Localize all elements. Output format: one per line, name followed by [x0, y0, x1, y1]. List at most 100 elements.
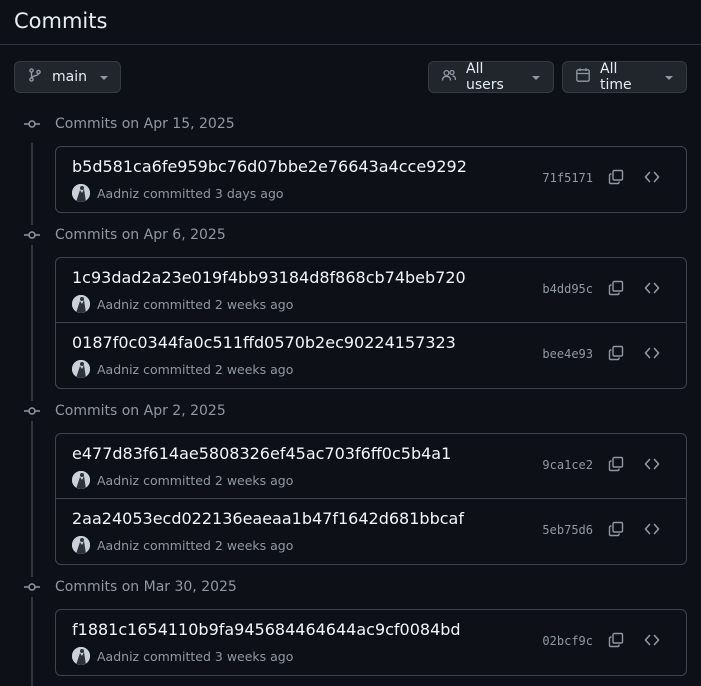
commit-author[interactable]: Aadniz	[97, 649, 139, 664]
commit-row: 2aa24053ecd022136eaeaa1b47f1642d681bbcaf…	[56, 499, 686, 564]
copy-sha-button[interactable]	[604, 278, 628, 302]
commit-sha-link[interactable]: 71f5171	[542, 171, 593, 185]
code-icon	[644, 521, 660, 541]
commit-time: 3 days ago	[214, 185, 284, 201]
page-title: Commits	[14, 9, 108, 33]
commit-message-link[interactable]: e477d83f614ae5808326ef45ac703f6ff0c5b4a1	[72, 444, 451, 463]
avatar[interactable]	[72, 647, 90, 665]
commit-action: committed	[143, 361, 211, 377]
commit-group-title: Commits on Apr 15, 2025	[55, 116, 235, 132]
commit-group-title: Commits on Mar 30, 2025	[55, 579, 237, 595]
commit-group-header: Commits on Mar 30, 2025	[22, 577, 237, 597]
commit-time: 2 weeks ago	[214, 296, 294, 312]
time-filter-label: All time	[600, 61, 632, 93]
code-icon	[644, 280, 660, 300]
commit-group-header: Commits on Apr 2, 2025	[22, 401, 226, 421]
commit-message-link[interactable]: f1881c1654110b9fa945684464644ac9cf0084bd	[72, 620, 461, 639]
commit-meta: Aadniz committed 2 weeks ago	[72, 471, 293, 489]
commit-time: 2 weeks ago	[214, 537, 294, 553]
commit-message-link[interactable]: 1c93dad2a23e019f4bb93184d8f868cb74beb720	[72, 268, 466, 287]
browse-files-button[interactable]	[640, 519, 664, 543]
commit-group-header: Commits on Apr 15, 2025	[22, 114, 235, 134]
copy-sha-button[interactable]	[604, 519, 628, 543]
time-filter-button[interactable]: All time	[562, 61, 687, 93]
copy-icon	[608, 169, 624, 189]
commit-time: 2 weeks ago	[214, 472, 294, 488]
code-icon	[644, 456, 660, 476]
copy-sha-button[interactable]	[604, 630, 628, 654]
commit-author[interactable]: Aadniz	[97, 362, 139, 377]
users-filter-button[interactable]: All users	[428, 61, 554, 93]
git-commit-icon	[22, 225, 42, 245]
code-icon	[644, 632, 660, 652]
commit-group-title: Commits on Apr 6, 2025	[55, 227, 226, 243]
branch-select-button[interactable]: main	[14, 61, 121, 93]
code-icon	[644, 345, 660, 365]
commit-time: 3 weeks ago	[214, 648, 294, 664]
commit-sha-link[interactable]: 02bcf9c	[542, 634, 593, 648]
toolbar: main All users All time	[14, 61, 687, 93]
copy-icon	[608, 456, 624, 476]
avatar[interactable]	[72, 295, 90, 313]
commit-row: 0187f0c0344fa0c511ffd0570b2ec90224157323…	[56, 323, 686, 388]
code-icon	[644, 169, 660, 189]
page-header: Commits	[0, 0, 701, 45]
commit-row: f1881c1654110b9fa945684464644ac9cf0084bd…	[56, 610, 686, 675]
commit-meta: Aadniz committed 2 weeks ago	[72, 295, 293, 313]
commit-action: committed	[143, 472, 211, 488]
commit-sha-link[interactable]: b4dd95c	[542, 282, 593, 296]
commit-sha-link[interactable]: 9ca1ce2	[542, 458, 593, 472]
commit-author[interactable]: Aadniz	[97, 538, 139, 553]
git-commit-icon	[22, 401, 42, 421]
browse-files-button[interactable]	[640, 343, 664, 367]
commit-author[interactable]: Aadniz	[97, 473, 139, 488]
git-branch-icon	[27, 67, 43, 87]
commit-author[interactable]: Aadniz	[97, 297, 139, 312]
people-icon	[441, 67, 457, 87]
commit-sha-link[interactable]: bee4e93	[542, 347, 593, 361]
avatar[interactable]	[72, 536, 90, 554]
git-commit-icon	[22, 577, 42, 597]
commit-row: b5d581ca6fe959bc76d07bbe2e76643a4cce9292…	[56, 147, 686, 212]
calendar-icon	[575, 67, 591, 87]
commit-action: committed	[143, 185, 211, 201]
commit-sha-link[interactable]: 5eb75d6	[542, 523, 593, 537]
commit-message-link[interactable]: 0187f0c0344fa0c511ffd0570b2ec90224157323	[72, 333, 456, 352]
avatar[interactable]	[72, 471, 90, 489]
commit-message-link[interactable]: 2aa24053ecd022136eaeaa1b47f1642d681bbcaf	[72, 509, 464, 528]
avatar[interactable]	[72, 184, 90, 202]
commit-action: committed	[143, 537, 211, 553]
copy-icon	[608, 521, 624, 541]
commit-meta: Aadniz committed 2 weeks ago	[72, 536, 293, 554]
commit-action: committed	[143, 296, 211, 312]
commit-author[interactable]: Aadniz	[97, 186, 139, 201]
commit-meta: Aadniz committed 3 days ago	[72, 184, 284, 202]
browse-files-button[interactable]	[640, 278, 664, 302]
commit-time: 2 weeks ago	[214, 361, 294, 377]
commit-group-header: Commits on Apr 6, 2025	[22, 225, 226, 245]
chevron-down-icon	[664, 69, 674, 85]
copy-icon	[608, 345, 624, 365]
copy-sha-button[interactable]	[604, 454, 628, 478]
commit-message-link[interactable]: b5d581ca6fe959bc76d07bbe2e76643a4cce9292	[72, 157, 467, 176]
browse-files-button[interactable]	[640, 454, 664, 478]
commit-meta: Aadniz committed 2 weeks ago	[72, 360, 293, 378]
commit-list: b5d581ca6fe959bc76d07bbe2e76643a4cce9292…	[55, 146, 687, 213]
browse-files-button[interactable]	[640, 167, 664, 191]
browse-files-button[interactable]	[640, 630, 664, 654]
commit-action: committed	[143, 648, 211, 664]
copy-icon	[608, 632, 624, 652]
chevron-down-icon	[531, 69, 541, 85]
copy-sha-button[interactable]	[604, 167, 628, 191]
users-filter-label: All users	[466, 61, 504, 93]
avatar[interactable]	[72, 360, 90, 378]
git-commit-icon	[22, 114, 42, 134]
commit-list: e477d83f614ae5808326ef45ac703f6ff0c5b4a1…	[55, 433, 687, 565]
copy-sha-button[interactable]	[604, 343, 628, 367]
commit-row: e477d83f614ae5808326ef45ac703f6ff0c5b4a1…	[56, 434, 686, 499]
branch-select-label: main	[52, 69, 87, 85]
commit-meta: Aadniz committed 3 weeks ago	[72, 647, 293, 665]
commit-list: 1c93dad2a23e019f4bb93184d8f868cb74beb720…	[55, 257, 687, 389]
commit-list: f1881c1654110b9fa945684464644ac9cf0084bd…	[55, 609, 687, 676]
commit-group-title: Commits on Apr 2, 2025	[55, 403, 226, 419]
